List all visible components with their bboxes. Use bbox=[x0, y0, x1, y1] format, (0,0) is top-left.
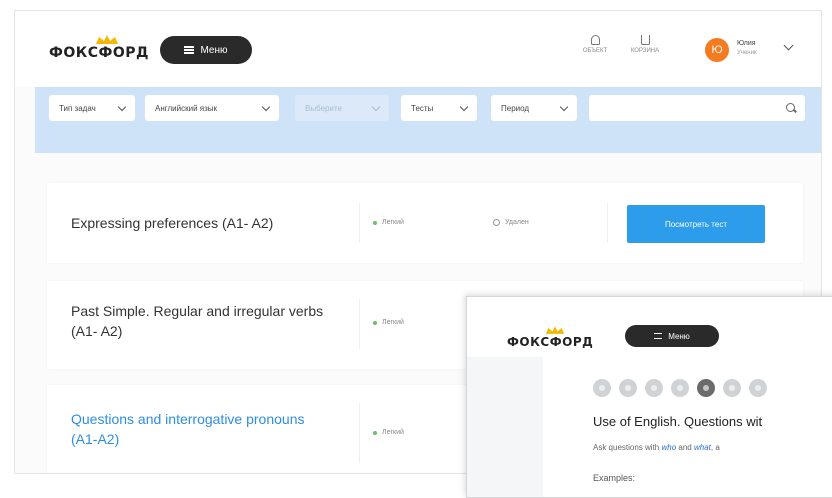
header-cart[interactable]: КОРЗИНА bbox=[625, 35, 665, 54]
logo-text: ФОКСФОРД bbox=[507, 335, 594, 349]
level-dot-icon bbox=[373, 430, 377, 435]
chevron-down-icon bbox=[261, 102, 271, 112]
level-label: Легкий bbox=[382, 429, 404, 436]
divider bbox=[359, 299, 360, 349]
header-bell[interactable]: ОБЪЕКТ bbox=[575, 35, 615, 54]
filter-label: Период bbox=[501, 103, 530, 113]
level-tag: Легкий bbox=[373, 219, 404, 226]
filter-label: Английский язык bbox=[155, 103, 218, 113]
question-step-6[interactable] bbox=[723, 379, 741, 397]
question-step-4[interactable] bbox=[671, 379, 689, 397]
filter-label: Тип задач bbox=[59, 103, 96, 113]
filter-subject[interactable]: Английский язык bbox=[145, 95, 279, 121]
chevron-down-icon[interactable] bbox=[783, 40, 794, 51]
filter-period[interactable]: Период bbox=[491, 95, 577, 121]
user-role: Ученик bbox=[737, 50, 757, 56]
filter-task-type[interactable]: Тип задач bbox=[49, 95, 135, 121]
level-label: Легкий bbox=[382, 319, 404, 326]
level-dot-icon bbox=[373, 220, 377, 225]
filter-label: Выберите bbox=[305, 103, 342, 113]
status-label: Удален bbox=[505, 219, 529, 226]
menu-label: Меню bbox=[668, 331, 690, 341]
chevron-down-icon bbox=[459, 102, 469, 112]
level-tag: Легкий bbox=[373, 429, 404, 436]
examples-heading: Examples: bbox=[593, 473, 636, 483]
instruction-text: and bbox=[676, 443, 694, 452]
crown-icon bbox=[545, 326, 565, 334]
question-step-2[interactable] bbox=[619, 379, 637, 397]
site-header: ФОКСФОРД Меню ОБЪЕКТ КОРЗИНА Ю Юлия Учен… bbox=[15, 11, 821, 87]
filter-label: Тесты bbox=[411, 103, 434, 113]
chevron-down-icon bbox=[559, 102, 569, 112]
avatar[interactable]: Ю bbox=[705, 38, 729, 62]
question-step-1[interactable] bbox=[593, 379, 611, 397]
search-input[interactable] bbox=[589, 95, 805, 121]
logo-text: ФОКСФОРД bbox=[49, 45, 150, 61]
view-test-button[interactable]: Посмотреть тест bbox=[627, 205, 765, 243]
divider bbox=[359, 403, 360, 463]
user-name[interactable]: Юлия bbox=[737, 40, 756, 47]
chevron-down-icon bbox=[117, 102, 127, 112]
cart-label: КОРЗИНА bbox=[630, 48, 660, 54]
foxford-logo[interactable]: ФОКСФОРД bbox=[507, 326, 594, 349]
filter-type[interactable]: Тесты bbox=[401, 95, 477, 121]
level-dot-icon bbox=[373, 320, 377, 325]
test-preview-panel: ФОКСФОРД Меню Use of English. Questions … bbox=[466, 296, 832, 498]
instruction-text: , a bbox=[710, 443, 720, 452]
keyword-who: who bbox=[661, 443, 677, 452]
chevron-down-icon bbox=[371, 102, 381, 112]
question-step-7[interactable] bbox=[749, 379, 767, 397]
cart-icon bbox=[640, 35, 650, 45]
menu-label: Меню bbox=[200, 44, 228, 56]
test-title[interactable]: Past Simple. Regular and irregular verbs… bbox=[71, 301, 341, 341]
question-step-5[interactable] bbox=[697, 379, 715, 397]
bell-label: ОБЪЕКТ bbox=[582, 48, 608, 54]
test-title-link[interactable]: Questions and interrogative pronouns (A1… bbox=[71, 409, 321, 449]
crown-icon bbox=[96, 35, 118, 44]
test-card: Expressing preferences (A1- A2) Легкий У… bbox=[47, 183, 803, 263]
level-label: Легкий bbox=[382, 219, 404, 226]
preview-title: Use of English. Questions wit bbox=[593, 414, 763, 429]
divider bbox=[359, 203, 360, 243]
menu-button[interactable]: Меню bbox=[625, 325, 719, 347]
instruction-text: Ask questions with bbox=[593, 443, 662, 452]
question-step-3[interactable] bbox=[645, 379, 663, 397]
level-tag: Легкий bbox=[373, 319, 404, 326]
test-title[interactable]: Expressing preferences (A1- A2) bbox=[71, 213, 273, 233]
foxford-logo[interactable]: ФОКСФОРД bbox=[49, 35, 150, 61]
hamburger-icon bbox=[184, 46, 195, 54]
status-tag: Удален bbox=[493, 219, 529, 226]
preview-sidebar bbox=[467, 357, 543, 497]
search-icon[interactable] bbox=[786, 103, 795, 112]
menu-button[interactable]: Меню bbox=[160, 36, 252, 64]
divider bbox=[607, 203, 608, 243]
keyword-what: what bbox=[693, 443, 711, 452]
status-circle-icon bbox=[493, 219, 500, 226]
hamburger-icon bbox=[654, 333, 663, 339]
filter-topic: Выберите bbox=[295, 95, 389, 121]
bell-icon bbox=[590, 35, 600, 45]
preview-instruction: Ask questions with who and what, a bbox=[593, 443, 720, 452]
